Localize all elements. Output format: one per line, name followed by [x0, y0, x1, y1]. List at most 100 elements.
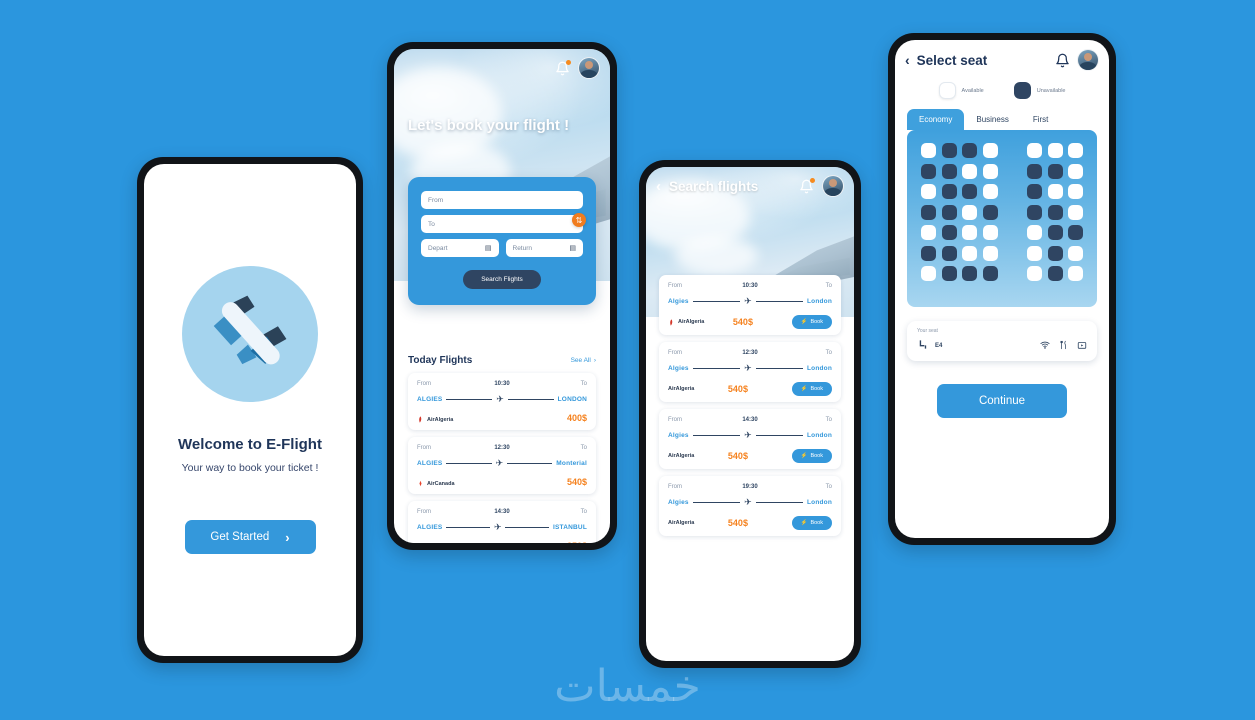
flight-time: 19:30 — [742, 484, 758, 490]
flight-time: 12:30 — [494, 445, 510, 451]
seat-left-4-3[interactable] — [962, 204, 977, 220]
flight-price: 540$ — [727, 518, 748, 528]
seat-right-4-2 — [1047, 204, 1063, 220]
route-line — [755, 301, 803, 302]
see-all-link[interactable]: See All › — [571, 357, 596, 364]
seat-right-1-3[interactable] — [1068, 143, 1083, 158]
search-flights-button[interactable]: Search Flights — [463, 270, 541, 289]
seat-row — [921, 266, 998, 281]
seat-left-3-1[interactable] — [921, 184, 936, 199]
seat-left-2-2 — [941, 163, 957, 179]
tv-icon — [1077, 340, 1087, 352]
return-date-input[interactable]: Return ▤ — [505, 239, 583, 257]
book-button[interactable]: ⚡ Book — [791, 315, 832, 329]
bell-icon[interactable] — [1055, 53, 1070, 68]
seat-left-2-4[interactable] — [982, 163, 998, 179]
book-button[interactable]: ⚡ Book — [791, 516, 832, 530]
cloud — [675, 236, 759, 275]
seat-left-5-1[interactable] — [921, 225, 936, 240]
chevron-left-icon[interactable]: ‹ — [905, 52, 910, 68]
seat-right-1-2[interactable] — [1047, 143, 1063, 158]
avatar[interactable] — [578, 57, 600, 79]
seat-left-1-1[interactable] — [921, 143, 936, 158]
to-placeholder: To — [428, 220, 435, 228]
book-button[interactable]: ⚡ Book — [791, 449, 832, 463]
flight-card-header: From 14:30 To — [668, 417, 832, 423]
avatar[interactable] — [1077, 49, 1099, 71]
avatar[interactable] — [822, 175, 844, 197]
flight-card[interactable]: From 14:30 To ALGIES ✈ ISTANBUL — [408, 501, 596, 543]
tab-economy[interactable]: Economy — [907, 109, 965, 130]
chevron-left-icon[interactable]: ‹ — [656, 179, 661, 194]
seat-right-3-2[interactable] — [1047, 184, 1063, 199]
seat-row — [1027, 266, 1083, 281]
origin-city: Algies — [668, 298, 689, 305]
seat-icon — [917, 339, 928, 353]
flight-card-footer: AirAlgeria 540$ ⚡ Book — [668, 449, 832, 463]
seat-left-3-4[interactable] — [982, 184, 998, 199]
your-seat-row: E4 — [917, 339, 1087, 353]
seat-left-7-4 — [982, 266, 998, 281]
notification-dot — [810, 177, 815, 183]
to-label: To — [825, 484, 832, 490]
flight-result-card[interactable]: From 14:30 To Algies ✈ London AirAlgeria… — [659, 409, 841, 469]
seat-right-1-1[interactable] — [1027, 143, 1042, 158]
seat-available-swatch — [938, 82, 956, 99]
flight-result-card[interactable]: From 10:30 To Algies ✈ London AirAlgeria… — [659, 275, 841, 335]
seat-left-2-3[interactable] — [962, 163, 977, 179]
route-row: Algies ✈ London — [668, 364, 832, 373]
legend-label: Available — [961, 87, 984, 94]
from-input[interactable]: From — [421, 191, 583, 209]
bolt-icon: ⚡ — [800, 386, 808, 392]
seat-right-6-1[interactable] — [1027, 245, 1042, 261]
seat-right-4-3[interactable] — [1068, 204, 1083, 220]
seat-left-5-4[interactable] — [982, 225, 998, 240]
airline-name: AirAlgeria — [668, 520, 695, 526]
your-seat-caption: Your seat — [917, 328, 938, 334]
airline: AirAlgeria — [417, 416, 453, 423]
destination-city: London — [806, 298, 833, 305]
seat-right-7-1[interactable] — [1027, 266, 1042, 281]
seat-right-4-1 — [1027, 204, 1042, 220]
flight-time: 10:30 — [742, 283, 758, 289]
bell-icon[interactable] — [799, 177, 815, 194]
route-row: ALGIES ✈ LONDON — [417, 395, 587, 404]
flight-card[interactable]: From 12:30 To ALGIES ✈ Monterial AirCana… — [408, 437, 596, 494]
depart-date-input[interactable]: Depart ▤ — [421, 239, 499, 257]
airplane-icon: ✈ — [493, 522, 502, 532]
tab-first[interactable]: First — [1021, 109, 1061, 130]
seat-legend: Available Unavailable — [895, 82, 1109, 99]
book-button[interactable]: ⚡ Book — [791, 382, 832, 396]
seat-row — [921, 143, 998, 158]
seat-left-5-3[interactable] — [962, 225, 977, 240]
cabin-class-tabs: Economy Business First — [895, 109, 1109, 130]
seat-right-7-3[interactable] — [1068, 266, 1083, 281]
seat-right-3-3[interactable] — [1068, 184, 1083, 199]
route-line — [446, 399, 493, 400]
flight-card[interactable]: From 10:30 To ALGIES ✈ LONDON AirAlgeria… — [408, 373, 596, 430]
seat-left-6-3[interactable] — [962, 245, 977, 261]
flight-result-card[interactable]: From 12:30 To Algies ✈ London AirAlgeria… — [659, 342, 841, 402]
seat-left-7-2 — [941, 266, 957, 281]
to-input[interactable]: To — [421, 215, 583, 233]
seat-left-1-4[interactable] — [982, 143, 998, 158]
seat-right-5-1[interactable] — [1027, 225, 1042, 240]
flight-result-card[interactable]: From 19:30 To Algies ✈ London AirAlgeria… — [659, 476, 841, 536]
seat-left-7-1[interactable] — [921, 266, 936, 281]
route-line — [507, 463, 553, 464]
from-label: From — [417, 381, 431, 387]
airline-logo-icon — [419, 480, 422, 487]
seat-right-2-3[interactable] — [1068, 163, 1083, 179]
seat-right-6-3[interactable] — [1068, 245, 1083, 261]
from-label: From — [668, 283, 682, 289]
seat-left-3-3 — [962, 184, 977, 199]
seat-left-6-4[interactable] — [982, 245, 998, 261]
route-line — [692, 435, 741, 436]
airline-name: AirCanada — [427, 480, 455, 487]
swap-vertical-icon[interactable]: ⇅ — [572, 213, 586, 227]
seat-left-2-1 — [921, 163, 936, 179]
bell-icon[interactable] — [555, 59, 571, 76]
continue-button[interactable]: Continue — [937, 384, 1067, 418]
tab-business[interactable]: Business — [964, 109, 1020, 130]
get-started-button[interactable]: Get Started › — [184, 520, 316, 554]
